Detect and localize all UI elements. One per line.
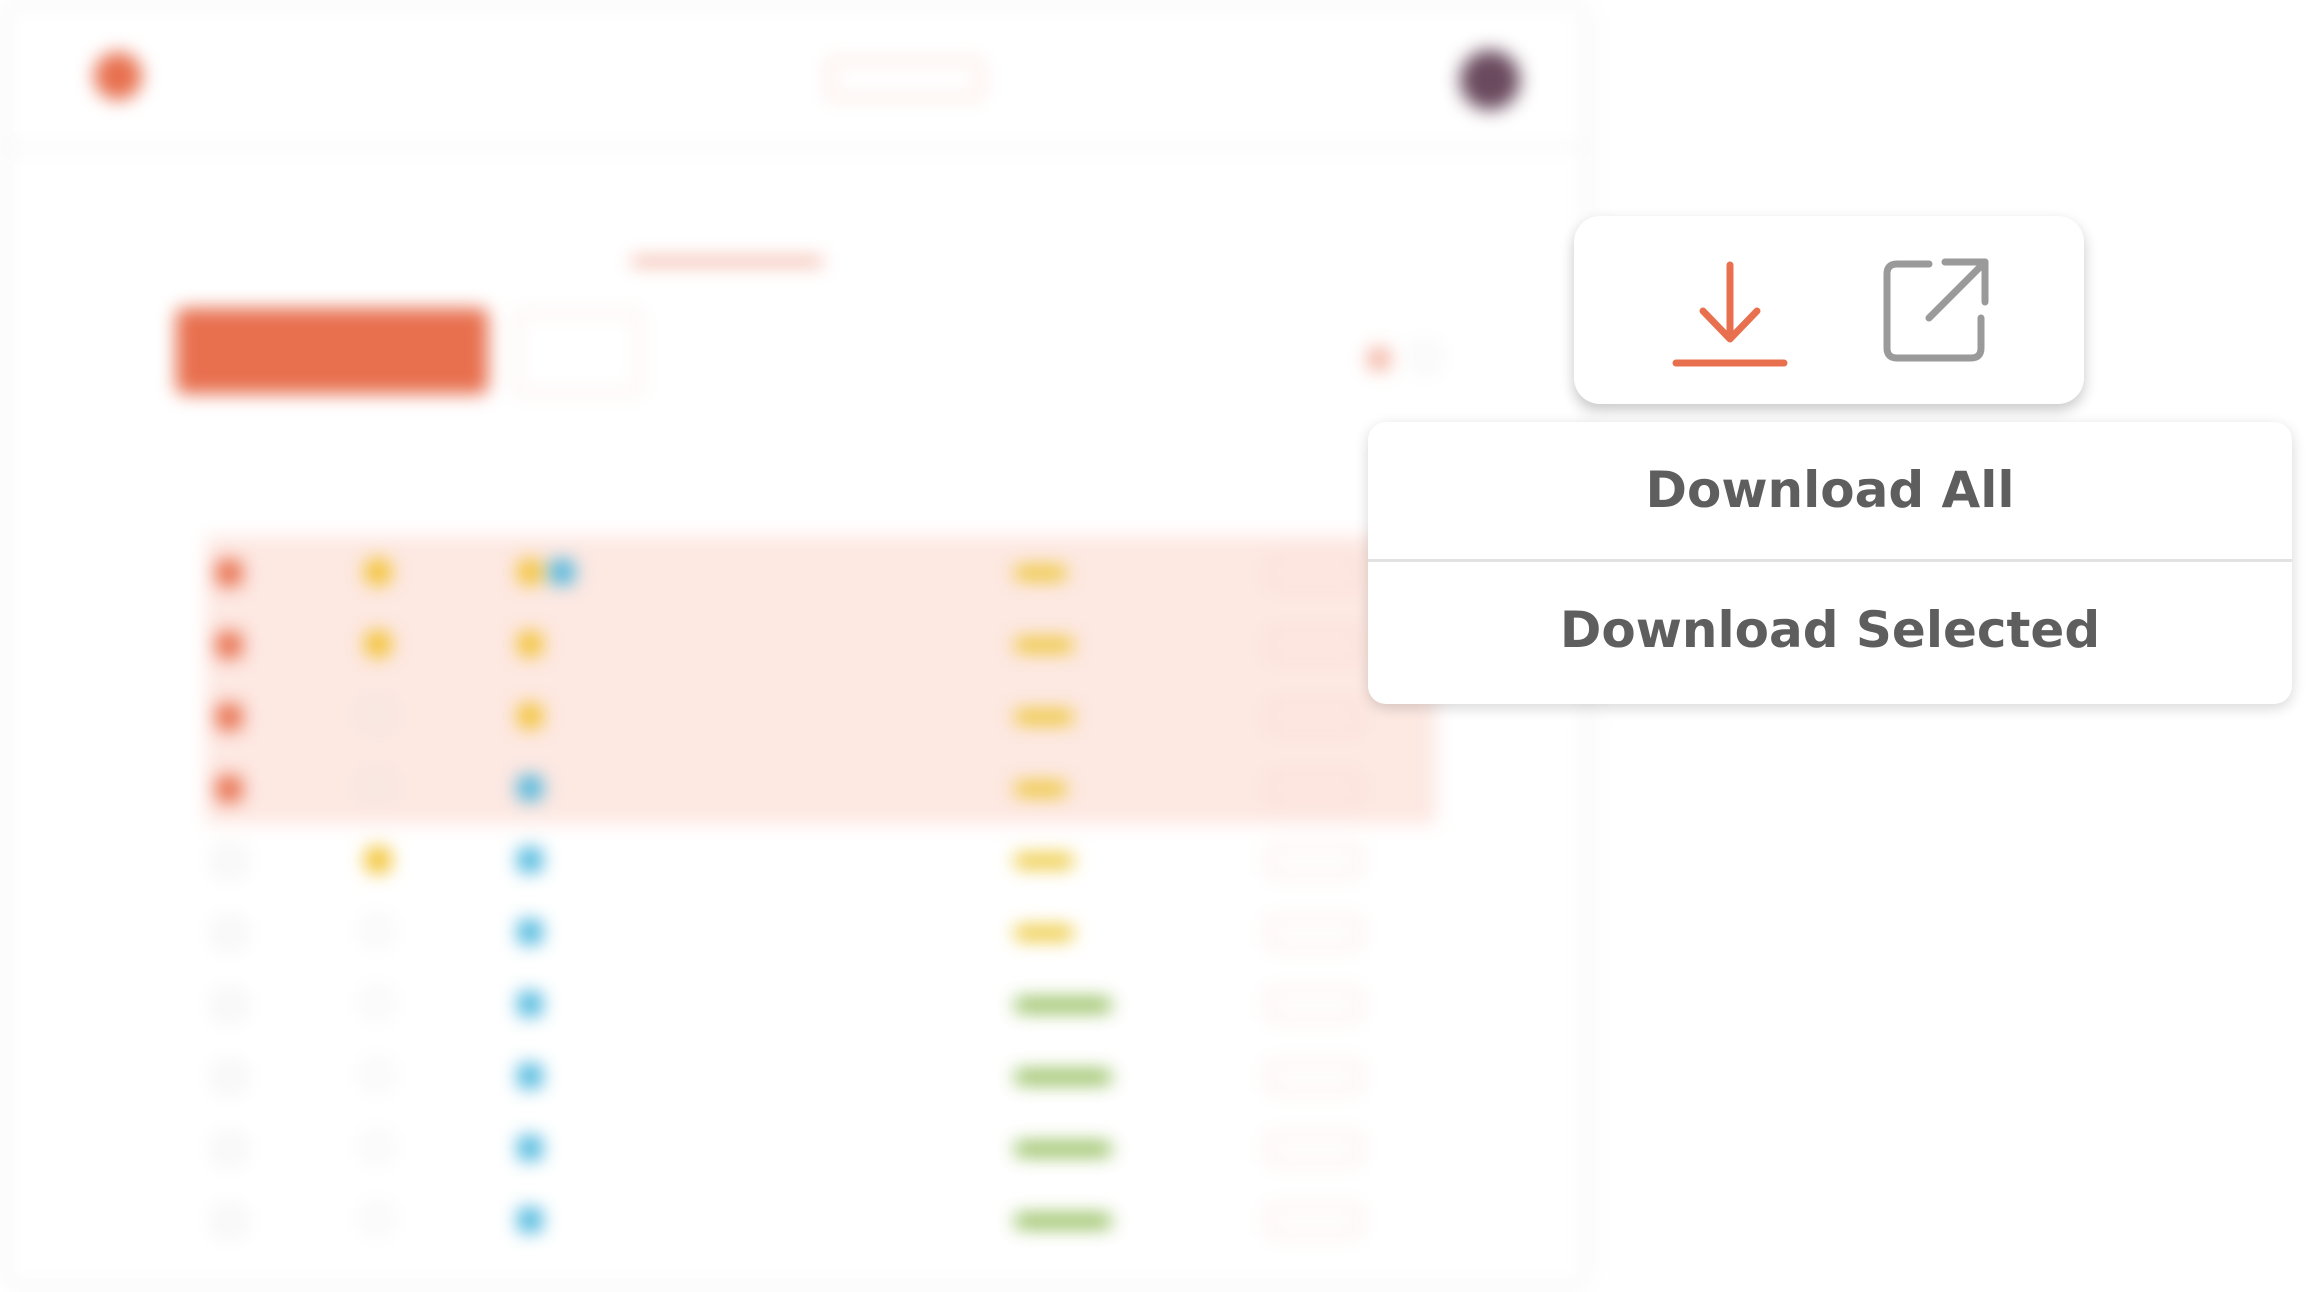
tag-icon [518, 920, 542, 944]
table-header [206, 496, 1436, 536]
star-icon[interactable] [364, 846, 392, 874]
active-tab-indicator [632, 259, 822, 264]
star-icon[interactable] [364, 1134, 390, 1160]
star-icon[interactable] [364, 990, 390, 1016]
progress-bar [1014, 782, 1067, 796]
avatar[interactable] [1460, 50, 1520, 110]
progress-bar [1014, 998, 1112, 1012]
download-button[interactable] [1660, 246, 1800, 376]
row-checkbox[interactable] [216, 1136, 242, 1162]
download-dropdown-menu: Download All Download Selected [1368, 422, 2292, 704]
row-checkbox[interactable] [216, 1208, 242, 1234]
table-row[interactable] [206, 680, 1436, 752]
tag-icon [518, 704, 542, 728]
progress-bar [1014, 566, 1067, 580]
toolbar-settings-icon[interactable] [1412, 344, 1438, 370]
tag-icon [518, 632, 542, 656]
status-badge [1268, 1206, 1360, 1236]
row-checkbox[interactable] [216, 632, 242, 658]
star-icon[interactable] [364, 1206, 390, 1232]
progress-bar [1014, 638, 1074, 652]
status-badge [1268, 1062, 1360, 1092]
table-row[interactable] [206, 1184, 1436, 1256]
star-icon[interactable] [364, 630, 392, 658]
star-icon[interactable] [364, 918, 390, 944]
top-bar [8, 6, 1584, 149]
row-checkbox[interactable] [216, 1064, 242, 1090]
tag-icon [518, 848, 542, 872]
row-checkbox[interactable] [216, 560, 242, 586]
tag-icon [518, 560, 542, 584]
progress-bar [1014, 926, 1074, 940]
row-checkbox[interactable] [216, 992, 242, 1018]
star-icon[interactable] [364, 558, 392, 586]
table-row[interactable] [206, 1040, 1436, 1112]
logo-icon [94, 52, 142, 100]
external-link-icon [1883, 258, 1989, 362]
table-row[interactable] [206, 968, 1436, 1040]
primary-action-button[interactable] [176, 308, 488, 394]
star-icon[interactable] [364, 1062, 390, 1088]
row-checkbox[interactable] [216, 776, 242, 802]
data-table [206, 496, 1436, 1256]
tag-icon [518, 1064, 542, 1088]
table-row[interactable] [206, 536, 1436, 608]
table-row[interactable] [206, 824, 1436, 896]
tag-icon [518, 776, 542, 800]
background-app [0, 0, 1590, 1292]
table-row[interactable] [206, 896, 1436, 968]
row-checkbox[interactable] [216, 704, 242, 730]
status-badge [1268, 702, 1360, 732]
progress-bar [1014, 1214, 1112, 1228]
tag-icon [550, 560, 574, 584]
download-selected-menu-item[interactable]: Download Selected [1368, 562, 2292, 698]
tag-icon [518, 1208, 542, 1232]
action-card [1574, 216, 2084, 404]
app-window [8, 6, 1584, 1284]
open-external-button[interactable] [1866, 246, 2006, 376]
tag-icon [518, 1136, 542, 1160]
star-icon[interactable] [364, 702, 390, 728]
download-icon [1672, 261, 1788, 367]
screen: Download All Download Selected [0, 0, 2318, 1292]
status-badge [1268, 558, 1360, 588]
status-badge [1268, 918, 1360, 948]
download-all-menu-item[interactable]: Download All [1368, 422, 2292, 558]
status-badge [1268, 990, 1360, 1020]
row-checkbox[interactable] [216, 920, 242, 946]
table-row[interactable] [206, 752, 1436, 824]
progress-bar [1014, 854, 1074, 868]
progress-bar [1014, 1070, 1112, 1084]
table-row[interactable] [206, 608, 1436, 680]
progress-bar [1014, 710, 1074, 724]
status-badge [1268, 630, 1360, 660]
secondary-action-button[interactable] [516, 312, 640, 394]
toolbar-icon[interactable] [1368, 348, 1390, 370]
tag-icon [518, 992, 542, 1016]
table-row[interactable] [206, 1112, 1436, 1184]
star-icon[interactable] [364, 774, 390, 800]
table-body [206, 536, 1436, 1256]
status-badge [1268, 774, 1360, 804]
status-badge [1268, 1134, 1360, 1164]
progress-bar [1014, 1142, 1112, 1156]
title-badge[interactable] [828, 60, 982, 98]
status-badge [1268, 846, 1360, 876]
row-checkbox[interactable] [216, 848, 242, 874]
